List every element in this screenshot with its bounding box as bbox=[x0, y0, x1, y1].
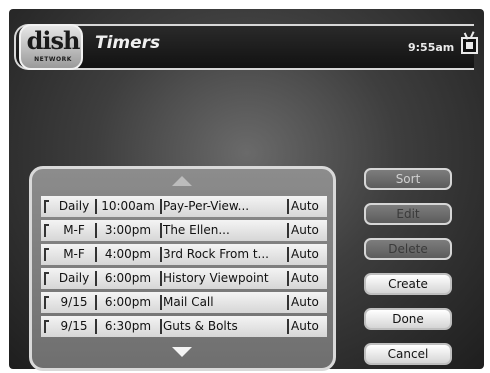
timer-program: 3rd Rock From t... bbox=[163, 247, 269, 261]
timer-frequency: M-F bbox=[63, 247, 85, 261]
done-button[interactable]: Done bbox=[364, 308, 452, 330]
row-marker-icon bbox=[44, 224, 49, 237]
timer-frequency: Daily bbox=[58, 199, 90, 213]
cancel-button[interactable]: Cancel bbox=[364, 343, 452, 365]
timer-time: 3:00pm bbox=[104, 223, 152, 237]
page-title: Timers bbox=[95, 33, 161, 53]
timer-type: Auto bbox=[291, 295, 319, 309]
table-row[interactable]: M-F 4:00pm 3rd Rock From t... Auto bbox=[41, 244, 327, 265]
row-marker-icon bbox=[44, 272, 49, 285]
timer-program: The Ellen... bbox=[163, 223, 230, 237]
column-divider bbox=[160, 319, 162, 334]
table-row[interactable]: M-F 3:00pm The Ellen... Auto bbox=[41, 220, 327, 241]
timer-program: Pay-Per-View... bbox=[163, 199, 250, 213]
timer-frequency: 9/15 bbox=[60, 295, 88, 309]
scroll-down-icon[interactable] bbox=[172, 347, 192, 357]
row-marker-icon bbox=[44, 200, 49, 213]
row-marker-icon bbox=[44, 248, 49, 261]
row-marker-icon bbox=[44, 296, 49, 309]
timer-time: 6:00pm bbox=[104, 271, 152, 285]
column-divider bbox=[287, 247, 289, 262]
table-row[interactable]: 9/15 6:30pm Guts & Bolts Auto bbox=[41, 316, 327, 337]
clock: 9:55am bbox=[408, 41, 455, 54]
column-divider bbox=[160, 247, 162, 262]
table-row[interactable]: Daily 10:00am Pay-Per-View... Auto bbox=[41, 196, 327, 217]
timer-program: History Viewpoint bbox=[163, 271, 269, 285]
column-divider bbox=[287, 271, 289, 286]
timer-frequency: M-F bbox=[63, 223, 85, 237]
timer-time: 4:00pm bbox=[104, 247, 152, 261]
column-divider bbox=[160, 199, 162, 214]
scroll-up-icon[interactable] bbox=[172, 176, 192, 186]
timer-program: Guts & Bolts bbox=[163, 319, 238, 333]
row-marker-icon bbox=[44, 320, 49, 333]
timer-type: Auto bbox=[291, 319, 319, 333]
column-divider bbox=[160, 271, 162, 286]
timer-time: 6:00pm bbox=[104, 295, 152, 309]
logo-word: dish bbox=[26, 26, 81, 55]
column-divider bbox=[160, 295, 162, 310]
timer-type: Auto bbox=[291, 271, 319, 285]
column-divider bbox=[160, 223, 162, 238]
column-divider bbox=[287, 223, 289, 238]
table-row[interactable]: Daily 6:00pm History Viewpoint Auto bbox=[41, 268, 327, 289]
timer-time: 6:30pm bbox=[104, 319, 152, 333]
header-bar bbox=[14, 24, 474, 70]
column-divider bbox=[287, 199, 289, 214]
timer-type: Auto bbox=[291, 247, 319, 261]
timer-time: 10:00am bbox=[101, 199, 155, 213]
table-row[interactable]: 9/15 6:00pm Mail Call Auto bbox=[41, 292, 327, 313]
timer-type: Auto bbox=[291, 199, 319, 213]
create-button[interactable]: Create bbox=[364, 273, 452, 295]
edit-button[interactable]: Edit bbox=[364, 203, 452, 225]
timer-frequency: Daily bbox=[58, 271, 90, 285]
delete-button[interactable]: Delete bbox=[364, 238, 452, 260]
dish-network-logo: dish NETWORK bbox=[19, 24, 83, 70]
timer-type: Auto bbox=[291, 223, 319, 237]
logo-subtext: NETWORK bbox=[34, 56, 72, 63]
timer-frequency: 9/15 bbox=[60, 319, 88, 333]
sort-button[interactable]: Sort bbox=[364, 168, 452, 190]
timer-program: Mail Call bbox=[163, 295, 214, 309]
column-divider bbox=[287, 295, 289, 310]
tv-icon bbox=[461, 37, 478, 54]
column-divider bbox=[287, 319, 289, 334]
